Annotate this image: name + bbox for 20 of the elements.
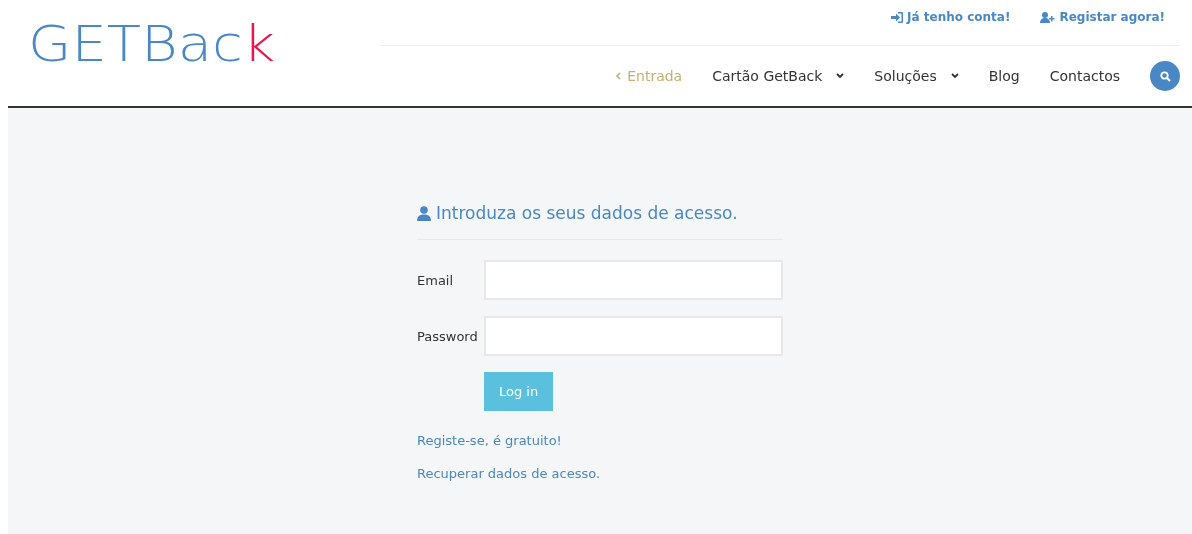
chevron-left-icon [616, 72, 622, 80]
sign-in-icon [891, 11, 904, 23]
nav-item[interactable]: Blog [988, 68, 1020, 84]
form-title: Introduza os seus dados de acesso. [436, 203, 738, 223]
nav-item[interactable]: Contactos [1049, 68, 1120, 84]
top-link[interactable]: Registar agora! [1040, 10, 1165, 24]
form-link[interactable]: Recuperar dados de acesso. [417, 466, 601, 481]
logo[interactable]: GETBac k [28, 12, 276, 76]
search-button[interactable] [1150, 61, 1180, 91]
nav-item[interactable]: Entrada [616, 68, 683, 84]
field-label: Password [417, 328, 479, 344]
add-user-icon [1040, 11, 1056, 23]
top-link[interactable]: Já tenho conta! [891, 10, 1011, 24]
login-button[interactable]: Log in [484, 372, 554, 411]
nav-item[interactable]: Cartão GetBack [712, 68, 845, 84]
field-label: Email [417, 272, 455, 288]
search-icon [1159, 70, 1171, 82]
nav-item[interactable]: Soluções [874, 68, 959, 84]
user-icon [417, 205, 431, 221]
form-link[interactable]: Registe-se, é gratuito! [417, 433, 562, 448]
